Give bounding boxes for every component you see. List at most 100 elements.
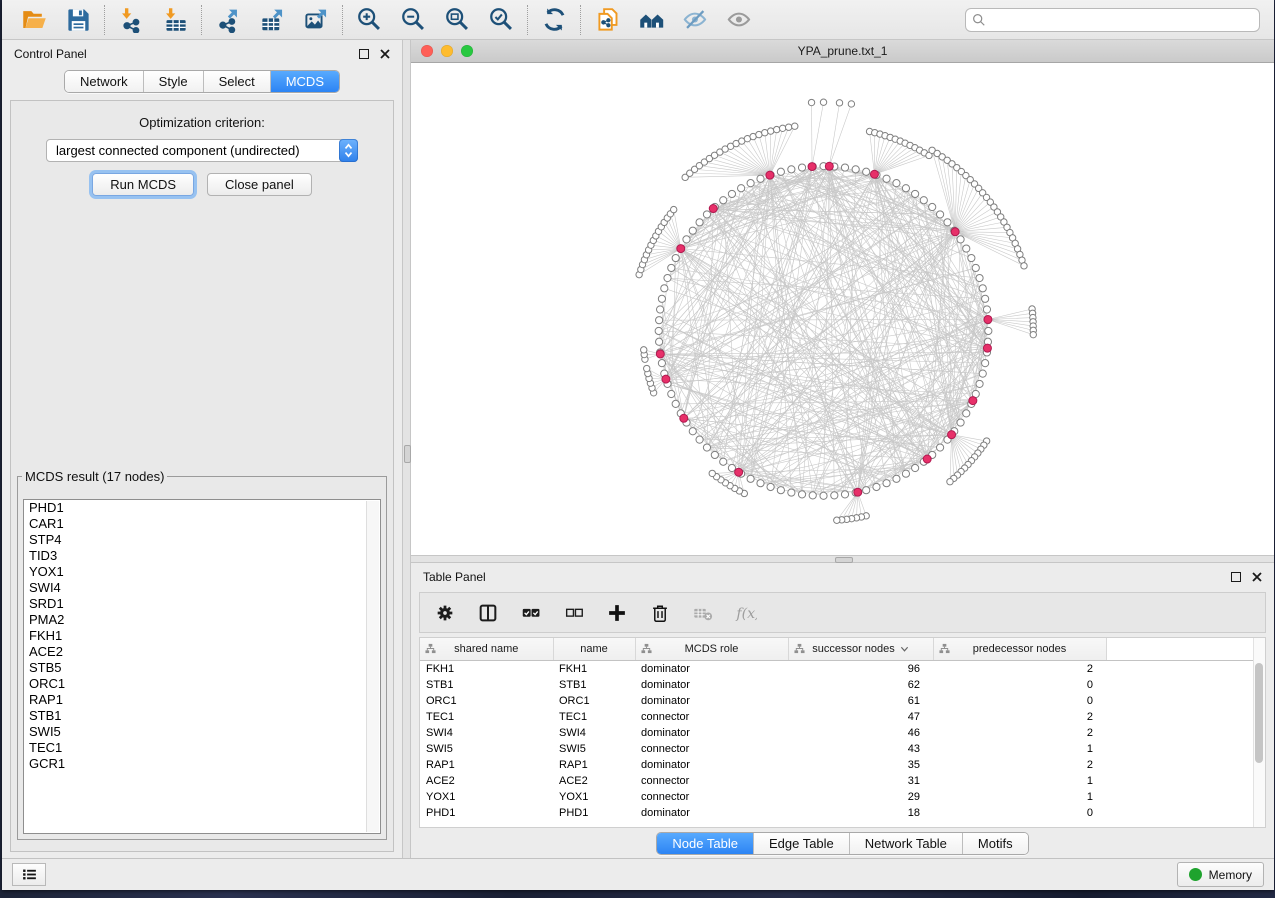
result-node-item[interactable]: RAP1 <box>24 692 380 708</box>
cell-shared-name[interactable]: RAP1 <box>420 757 553 773</box>
delete-row-button[interactable] <box>648 601 672 625</box>
table-scrollbar[interactable] <box>1253 638 1265 827</box>
cell-predecessor-nodes[interactable]: 1 <box>933 773 1106 789</box>
close-panel-button[interactable]: Close panel <box>207 173 312 196</box>
import-network-button[interactable] <box>117 6 145 34</box>
cell-successor-nodes[interactable]: 31 <box>788 773 933 789</box>
column-header-predecessor-nodes[interactable]: predecessor nodes <box>933 638 1106 661</box>
panel-menu-button[interactable] <box>12 863 46 886</box>
add-row-button[interactable] <box>605 601 629 625</box>
table-row[interactable]: STB1STB1dominator620 <box>420 677 1255 693</box>
cell-shared-name[interactable]: PHD1 <box>420 805 553 821</box>
table-row[interactable]: RAP1RAP1dominator352 <box>420 757 1255 773</box>
result-node-item[interactable]: PHD1 <box>24 500 380 516</box>
cell-MCDS-role[interactable]: dominator <box>635 661 788 678</box>
first-neighbors-button[interactable] <box>637 6 665 34</box>
tab-select[interactable]: Select <box>203 71 270 92</box>
cell-successor-nodes[interactable]: 43 <box>788 741 933 757</box>
window-minimize-button[interactable] <box>441 45 453 57</box>
result-node-item[interactable]: STB5 <box>24 660 380 676</box>
optimization-criterion-select[interactable]: largest connected component (undirected) <box>46 139 358 162</box>
deselect-all-button[interactable] <box>562 601 586 625</box>
import-table-button[interactable] <box>161 6 189 34</box>
table-row[interactable]: SWI5SWI5connector431 <box>420 741 1255 757</box>
table-row[interactable]: SWI4SWI4dominator462 <box>420 725 1255 741</box>
show-all-button[interactable] <box>725 6 753 34</box>
cell-predecessor-nodes[interactable]: 1 <box>933 741 1106 757</box>
cell-MCDS-role[interactable]: dominator <box>635 757 788 773</box>
gear-button[interactable] <box>433 601 457 625</box>
cell-predecessor-nodes[interactable]: 0 <box>933 693 1106 709</box>
cell-predecessor-nodes[interactable]: 1 <box>933 789 1106 805</box>
refresh-view-button[interactable] <box>540 6 568 34</box>
tab-style[interactable]: Style <box>143 71 203 92</box>
cell-successor-nodes[interactable]: 47 <box>788 709 933 725</box>
cell-predecessor-nodes[interactable]: 2 <box>933 709 1106 725</box>
zoom-selected-button[interactable] <box>487 6 515 34</box>
cell-name[interactable]: ACE2 <box>553 773 635 789</box>
save-session-button[interactable] <box>64 6 92 34</box>
tab-mcds[interactable]: MCDS <box>270 71 339 92</box>
window-close-button[interactable] <box>421 45 433 57</box>
result-node-item[interactable]: SWI5 <box>24 724 380 740</box>
table-tab-network-table[interactable]: Network Table <box>849 833 962 854</box>
cell-predecessor-nodes[interactable]: 2 <box>933 661 1106 678</box>
result-node-item[interactable]: FKH1 <box>24 628 380 644</box>
cell-shared-name[interactable]: SWI4 <box>420 725 553 741</box>
cell-MCDS-role[interactable]: dominator <box>635 677 788 693</box>
table-tab-node-table[interactable]: Node Table <box>657 833 753 854</box>
cell-name[interactable]: RAP1 <box>553 757 635 773</box>
zoom-in-button[interactable] <box>355 6 383 34</box>
cell-shared-name[interactable]: FKH1 <box>420 661 553 678</box>
run-mcds-button[interactable]: Run MCDS <box>92 173 194 196</box>
cell-successor-nodes[interactable]: 35 <box>788 757 933 773</box>
cell-MCDS-role[interactable]: connector <box>635 709 788 725</box>
open-session-button[interactable] <box>20 6 48 34</box>
cell-predecessor-nodes[interactable]: 2 <box>933 725 1106 741</box>
result-node-item[interactable]: SRD1 <box>24 596 380 612</box>
duplicate-network-button[interactable] <box>593 6 621 34</box>
cell-successor-nodes[interactable]: 18 <box>788 805 933 821</box>
result-node-item[interactable]: CAR1 <box>24 516 380 532</box>
table-scrollbar-thumb[interactable] <box>1255 663 1263 763</box>
cell-shared-name[interactable]: ACE2 <box>420 773 553 789</box>
result-node-item[interactable]: STB1 <box>24 708 380 724</box>
cell-name[interactable]: SWI4 <box>553 725 635 741</box>
cell-shared-name[interactable]: STB1 <box>420 677 553 693</box>
cell-predecessor-nodes[interactable]: 2 <box>933 757 1106 773</box>
result-node-item[interactable]: SWI4 <box>24 580 380 596</box>
horizontal-splitter[interactable] <box>411 555 1274 563</box>
column-header-MCDS-role[interactable]: MCDS role <box>635 638 788 661</box>
result-node-item[interactable]: GCR1 <box>24 756 380 772</box>
result-node-item[interactable]: TID3 <box>24 548 380 564</box>
float-table-panel-icon[interactable] <box>1231 572 1241 582</box>
cell-MCDS-role[interactable]: dominator <box>635 693 788 709</box>
cell-name[interactable]: PHD1 <box>553 805 635 821</box>
cell-shared-name[interactable]: YOX1 <box>420 789 553 805</box>
table-tab-motifs[interactable]: Motifs <box>962 833 1028 854</box>
zoom-out-button[interactable] <box>399 6 427 34</box>
cell-successor-nodes[interactable]: 29 <box>788 789 933 805</box>
cell-successor-nodes[interactable]: 96 <box>788 661 933 678</box>
zoom-fit-button[interactable] <box>443 6 471 34</box>
search-input[interactable] <box>965 8 1260 32</box>
table-row[interactable]: TEC1TEC1connector472 <box>420 709 1255 725</box>
close-panel-icon[interactable] <box>380 49 390 59</box>
cell-MCDS-role[interactable]: dominator <box>635 805 788 821</box>
result-node-item[interactable]: PMA2 <box>24 612 380 628</box>
cell-name[interactable]: TEC1 <box>553 709 635 725</box>
cell-predecessor-nodes[interactable]: 0 <box>933 677 1106 693</box>
column-header-name[interactable]: name <box>553 638 635 661</box>
cell-shared-name[interactable]: ORC1 <box>420 693 553 709</box>
cell-name[interactable]: ORC1 <box>553 693 635 709</box>
table-row[interactable]: FKH1FKH1dominator962 <box>420 661 1255 678</box>
result-node-item[interactable]: STP4 <box>24 532 380 548</box>
cell-name[interactable]: YOX1 <box>553 789 635 805</box>
table-row[interactable]: PHD1PHD1dominator180 <box>420 805 1255 821</box>
hide-selected-button[interactable] <box>681 6 709 34</box>
cell-successor-nodes[interactable]: 46 <box>788 725 933 741</box>
result-node-item[interactable]: YOX1 <box>24 564 380 580</box>
table-row[interactable]: YOX1YOX1connector291 <box>420 789 1255 805</box>
window-maximize-button[interactable] <box>461 45 473 57</box>
cell-shared-name[interactable]: SWI5 <box>420 741 553 757</box>
